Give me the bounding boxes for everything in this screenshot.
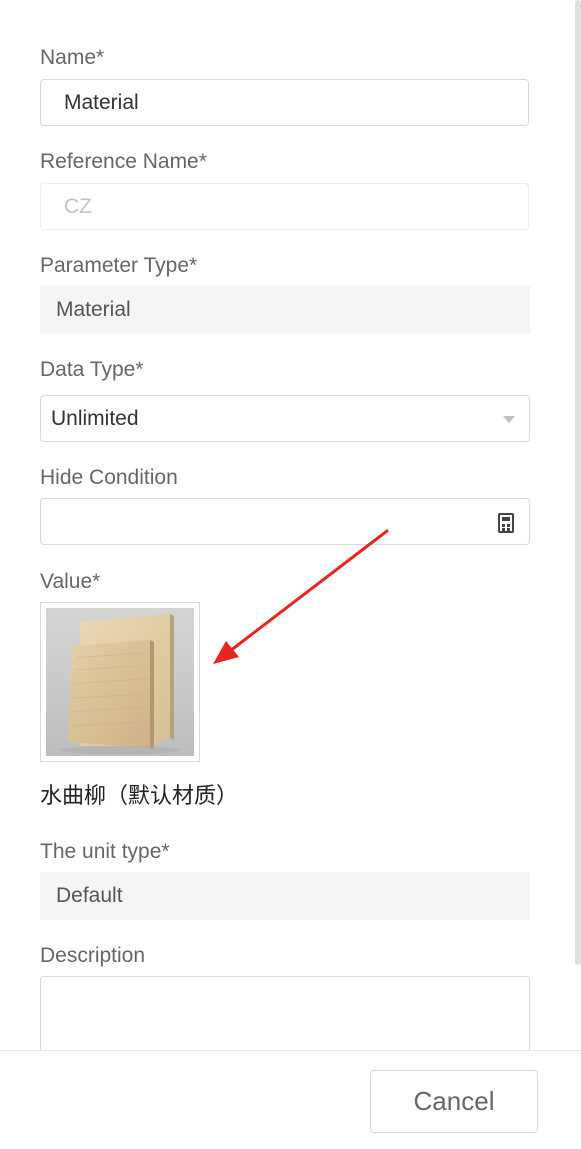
material-preview-image [46, 608, 194, 756]
data-type-label: Data Type* [40, 358, 144, 381]
data-type-select[interactable]: Unlimited [40, 395, 530, 442]
parameter-type-value: Material [56, 298, 131, 321]
hide-condition-label: Hide Condition [40, 466, 178, 489]
panel-footer: Cancel [0, 1050, 581, 1149]
cancel-button[interactable]: Cancel [370, 1070, 538, 1133]
form-scroll-area[interactable]: Name* Material Reference Name* CZ Parame… [0, 0, 581, 1050]
unit-type-value: Default [56, 884, 123, 907]
reference-name-input: CZ [40, 183, 529, 230]
data-type-value: Unlimited [51, 407, 139, 430]
reference-name-label: Reference Name* [40, 150, 207, 173]
material-thumbnail[interactable] [40, 602, 200, 762]
name-label: Name* [40, 46, 105, 69]
material-name: 水曲柳（默认材质） [40, 784, 239, 809]
reference-name-placeholder: CZ [64, 195, 92, 218]
hide-condition-input[interactable] [40, 498, 530, 545]
parameter-type-field: Material [40, 286, 530, 334]
scrollbar-thumb[interactable] [575, 0, 581, 965]
chevron-down-icon[interactable] [503, 416, 515, 423]
name-input-value: Material [64, 91, 139, 114]
unit-type-label: The unit type* [40, 840, 170, 863]
calculator-icon[interactable] [498, 513, 514, 533]
material-parameter-panel: Name* Material Reference Name* CZ Parame… [0, 0, 581, 1149]
description-textarea[interactable] [40, 976, 530, 1050]
parameter-type-label: Parameter Type* [40, 254, 198, 277]
description-label: Description [40, 944, 146, 967]
value-label: Value* [40, 570, 101, 593]
scrollbar[interactable] [575, 0, 581, 1050]
unit-type-field: Default [40, 872, 530, 920]
name-input[interactable]: Material [40, 79, 529, 126]
